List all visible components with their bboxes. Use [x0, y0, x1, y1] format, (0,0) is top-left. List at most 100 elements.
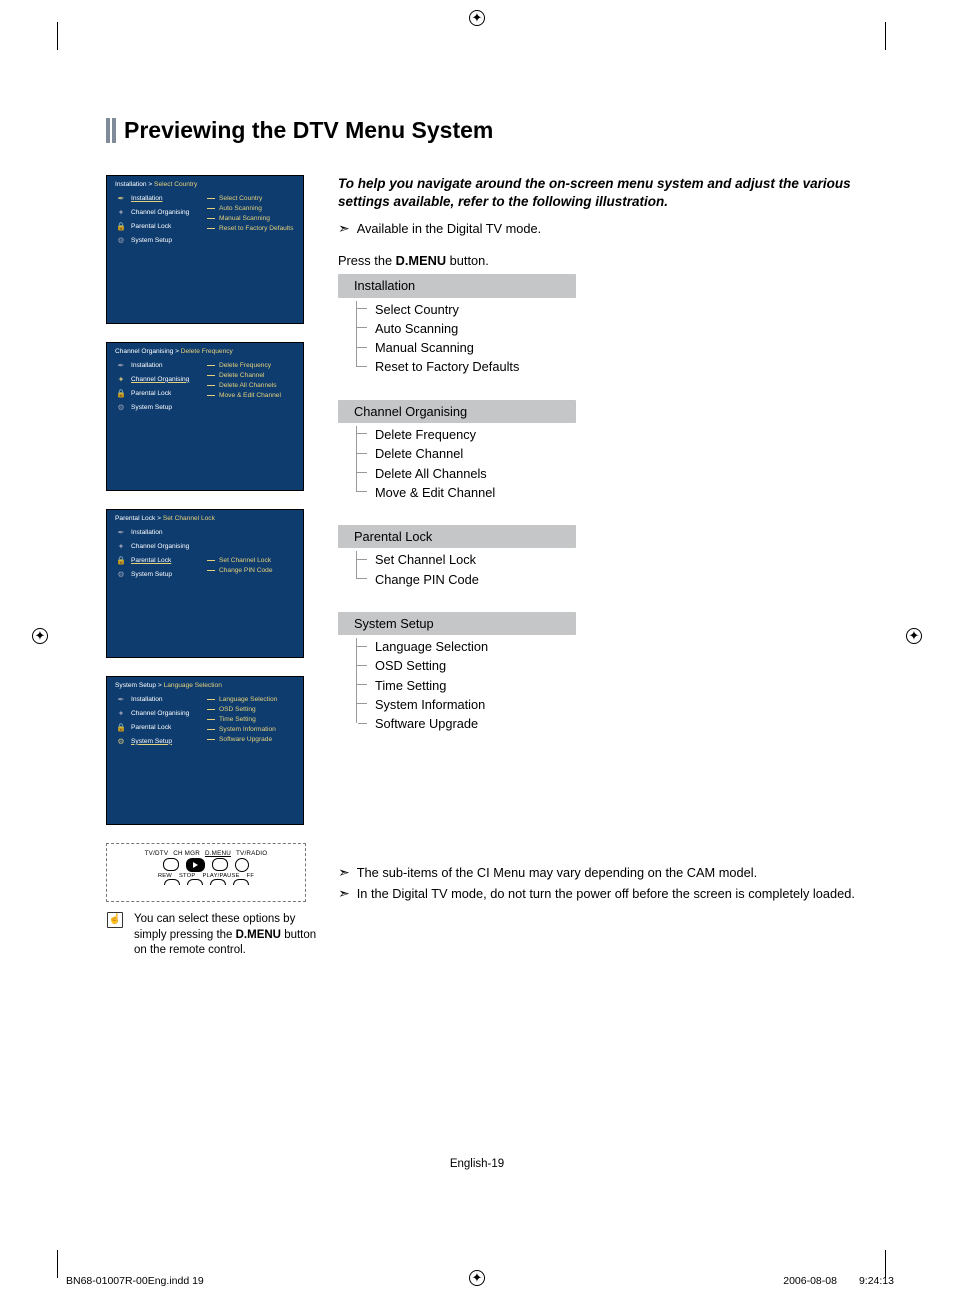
- osd-menu-icon: ✦: [115, 208, 127, 217]
- osd-menu-icon: ✦: [115, 542, 127, 551]
- menu-tree-header: Installation: [338, 274, 576, 297]
- tip-block: ☝ You can select these options by simply…: [106, 912, 326, 959]
- menu-tree-item: Move & Edit Channel: [365, 484, 866, 503]
- osd-submenu-row: System Information: [207, 724, 295, 734]
- osd-menu: ✒ Installation ✦ Channel Organising 🔒 Pa…: [115, 191, 199, 247]
- intro-text: To help you navigate around the on-scree…: [338, 175, 866, 210]
- osd-menu: ✒ Installation ✦ Channel Organising 🔒 Pa…: [115, 358, 199, 414]
- osd-menu-row: ⚙ System Setup: [115, 734, 199, 748]
- menu-tree-item: Delete All Channels: [365, 465, 866, 484]
- osd-menu-icon: ✦: [115, 709, 127, 718]
- print-registration-mark: [469, 10, 485, 26]
- menu-tree-sublist: Set Channel LockChange PIN Code: [356, 551, 866, 590]
- note-available: ➣ Available in the Digital TV mode.: [338, 220, 866, 237]
- osd-submenu-row: Software Upgrade: [207, 734, 295, 744]
- screenshot-column: Installation > Select Country ✒ Installa…: [106, 175, 304, 959]
- osd-menu-row: 🔒 Parental Lock: [115, 720, 199, 734]
- pointer-icon: ➣: [338, 220, 350, 237]
- osd-menu-icon: ✦: [115, 375, 127, 384]
- osd-menu-row: ✦ Channel Organising: [115, 205, 199, 219]
- osd-submenu-row: Change PIN Code: [207, 565, 295, 575]
- osd-screenshot: Installation > Select Country ✒ Installa…: [106, 175, 304, 324]
- menu-tree-item: OSD Setting: [365, 657, 866, 676]
- menu-tree-item: Delete Channel: [365, 445, 866, 464]
- osd-menu-row: ✒ Installation: [115, 525, 199, 539]
- osd-menu: ✒ Installation ✦ Channel Organising 🔒 Pa…: [115, 525, 199, 581]
- osd-screenshot: Channel Organising > Delete Frequency ✒ …: [106, 342, 304, 491]
- note-text: The sub-items of the CI Menu may vary de…: [357, 865, 757, 880]
- content-area: Previewing the DTV Menu System Installat…: [106, 118, 866, 959]
- remote-button: [187, 879, 203, 885]
- menu-tree-item: Delete Frequency: [365, 426, 866, 445]
- menu-tree-item: Change PIN Code: [365, 571, 866, 590]
- osd-menu-label: Channel Organising: [131, 543, 189, 550]
- text-column: To help you navigate around the on-scree…: [338, 175, 866, 902]
- remote-label: TV/RADIO: [236, 850, 267, 857]
- osd-menu-icon: 🔒: [115, 389, 127, 398]
- remote-label: CH MGR: [173, 850, 200, 857]
- osd-submenu: Set Channel LockChange PIN Code: [199, 525, 295, 581]
- osd-submenu-row: Set Channel Lock: [207, 555, 295, 565]
- osd-menu-label: Channel Organising: [131, 376, 189, 383]
- osd-menu-row: ✒ Installation: [115, 692, 199, 706]
- menu-tree-sublist: Select CountryAuto ScanningManual Scanni…: [356, 301, 866, 378]
- remote-label: D.MENU: [205, 850, 231, 857]
- osd-menu-row: 🔒 Parental Lock: [115, 386, 199, 400]
- remote-button: [164, 879, 180, 885]
- osd-menu-row: 🔒 Parental Lock: [115, 553, 199, 567]
- remote-button: [212, 858, 228, 871]
- osd-breadcrumb: Parental Lock > Set Channel Lock: [107, 510, 303, 525]
- title-decoration: [106, 118, 116, 143]
- osd-menu-row: ✦ Channel Organising: [115, 706, 199, 720]
- menu-tree-item: System Information: [365, 696, 866, 715]
- remote-labels-top: TV/DTV CH MGR D.MENU TV/RADIO: [107, 850, 305, 857]
- osd-menu-row: ✦ Channel Organising: [115, 539, 199, 553]
- osd-menu-icon: ⚙: [115, 570, 127, 579]
- hand-icon: ☝: [106, 912, 124, 959]
- osd-menu-row: ✒ Installation: [115, 358, 199, 372]
- menu-tree-item: Select Country: [365, 301, 866, 320]
- osd-menu-label: Installation: [131, 195, 163, 202]
- title-block: Previewing the DTV Menu System: [106, 118, 866, 143]
- osd-menu-label: System Setup: [131, 237, 172, 244]
- remote-button-row: [107, 858, 305, 872]
- note-text: Available in the Digital TV mode.: [357, 221, 541, 236]
- print-registration-mark: [906, 628, 922, 644]
- crop-mark: [885, 1250, 886, 1278]
- crop-mark: [57, 1250, 58, 1278]
- osd-breadcrumb: Channel Organising > Delete Frequency: [107, 343, 303, 358]
- osd-menu-row: ✦ Channel Organising: [115, 372, 199, 386]
- menu-tree-sublist: Delete FrequencyDelete ChannelDelete All…: [356, 426, 866, 503]
- menu-tree-header: Parental Lock: [338, 525, 576, 548]
- osd-menu-label: Parental Lock: [131, 557, 171, 564]
- osd-submenu: Delete FrequencyDelete ChannelDelete All…: [199, 358, 295, 414]
- osd-menu-icon: ✒: [115, 695, 127, 704]
- osd-submenu-row: Delete All Channels: [207, 380, 295, 390]
- crop-mark: [57, 22, 58, 50]
- menu-tree-item: Software Upgrade: [365, 715, 866, 734]
- osd-menu-label: Installation: [131, 696, 163, 703]
- menu-tree-sublist: Language SelectionOSD SettingTime Settin…: [356, 638, 866, 734]
- osd-menu-icon: ⚙: [115, 737, 127, 746]
- footer-metadata: BN68-01007R-00Eng.indd 19 2006-08-08 9:2…: [66, 1275, 894, 1287]
- footer-filename: BN68-01007R-00Eng.indd 19: [66, 1275, 204, 1287]
- osd-submenu-row: Auto Scanning: [207, 203, 295, 213]
- print-registration-mark: [32, 628, 48, 644]
- osd-menu-label: Channel Organising: [131, 209, 189, 216]
- osd-menu-label: Parental Lock: [131, 390, 171, 397]
- remote-play-button: [186, 858, 205, 872]
- remote-illustration-wrap: TV/DTV CH MGR D.MENU TV/RADIO REW STOP: [106, 843, 304, 959]
- osd-submenu-row: Delete Channel: [207, 370, 295, 380]
- bottom-notes: ➣ The sub-items of the CI Menu may vary …: [338, 864, 866, 902]
- footer-date: 2006-08-08: [783, 1275, 837, 1287]
- pointer-icon: ➣: [338, 885, 350, 902]
- pointer-icon: ➣: [338, 864, 350, 881]
- osd-submenu-row: Select Country: [207, 193, 295, 203]
- menu-tree-item: Manual Scanning: [365, 339, 866, 358]
- osd-menu-icon: ⚙: [115, 403, 127, 412]
- remote-button-row-partial: [107, 879, 305, 885]
- osd-menu-label: System Setup: [131, 738, 172, 745]
- osd-menu-row: ✒ Installation: [115, 191, 199, 205]
- menu-tree-item: Auto Scanning: [365, 320, 866, 339]
- osd-submenu: Language SelectionOSD SettingTime Settin…: [199, 692, 295, 748]
